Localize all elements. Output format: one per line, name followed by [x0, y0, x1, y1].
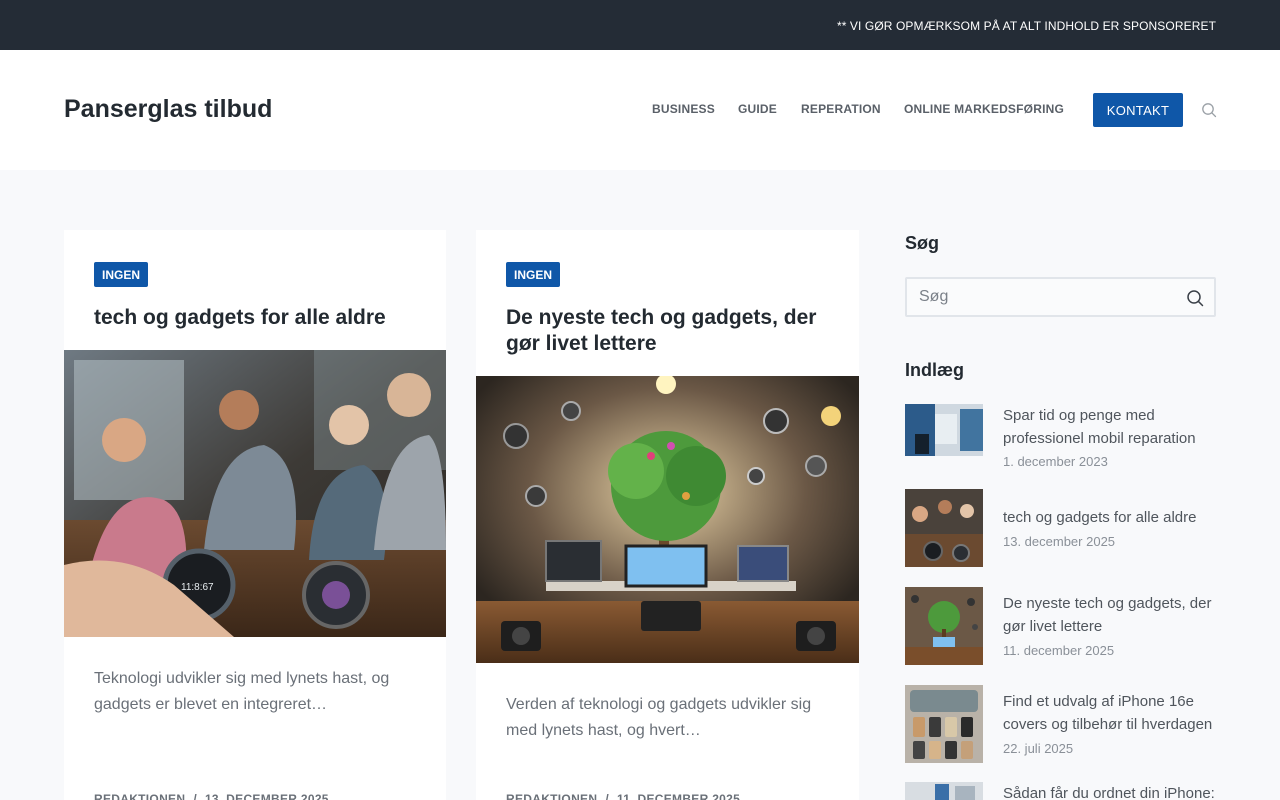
post-title[interactable]: tech og gadgets for alle aldre — [1003, 506, 1218, 529]
post-thumbnail[interactable] — [905, 404, 983, 456]
post-date: 1. december 2023 — [1003, 454, 1108, 469]
top-notice-bar: ** VI GØR OPMÆRKSOM PÅ AT ALT INDHOLD ER… — [0, 0, 1280, 50]
article-card-2: INGEN De nyeste tech og gadgets, der gør… — [476, 230, 859, 800]
nav-item-business[interactable]: BUSINESS — [652, 102, 715, 116]
article-card-1: INGEN tech og gadgets for alle aldre 11:… — [64, 230, 446, 800]
post-thumbnail-illustration — [905, 404, 983, 456]
post-thumbnail[interactable] — [905, 685, 983, 763]
post-title[interactable]: De nyeste tech og gadgets, der gør livet… — [1003, 592, 1218, 638]
post-date: 11. december 2025 — [1003, 643, 1115, 658]
nav-item-online-markedsforing[interactable]: ONLINE MARKEDSFØRING — [904, 102, 1064, 116]
post-thumbnail[interactable] — [905, 782, 983, 800]
contact-button[interactable]: KONTAKT — [1093, 93, 1183, 127]
sidebar-search-input[interactable] — [907, 279, 1167, 315]
sidebar-search-box — [905, 277, 1216, 317]
article-image-illustration — [476, 376, 859, 663]
post-title[interactable]: Sådan får du ordnet din iPhone: — [1003, 782, 1218, 800]
post-date: 13. december 2025 — [1003, 534, 1116, 549]
post-thumbnail[interactable] — [905, 489, 983, 567]
article-excerpt: Verden af teknologi og gadgets udvikler … — [506, 696, 812, 739]
watch-time-text: 11:8:67 — [181, 582, 214, 593]
category-badge[interactable]: INGEN — [94, 262, 149, 287]
post-thumbnail-illustration — [905, 587, 983, 665]
site-header: Panserglas tilbud BUSINESS GUIDE REPERAT… — [0, 50, 1280, 170]
article-author[interactable]: REDAKTIONEN — [506, 792, 597, 800]
site-title-link[interactable]: Panserglas tilbud — [64, 95, 272, 124]
article-title[interactable]: tech og gadgets for alle aldre — [94, 305, 424, 331]
post-title[interactable]: Spar tid og penge med professionel mobil… — [1003, 404, 1218, 450]
article-meta: REDAKTIONEN/13. DECEMBER 2025 — [94, 792, 329, 800]
search-widget-title: Søg — [905, 233, 939, 253]
search-icon[interactable] — [1201, 102, 1217, 118]
article-meta: REDAKTIONEN/11. DECEMBER 2025 — [506, 792, 740, 800]
sponsored-notice: ** VI GØR OPMÆRKSOM PÅ AT ALT INDHOLD ER… — [836, 19, 1216, 33]
nav-item-reperation[interactable]: REPERATION — [801, 102, 881, 116]
posts-widget-title: Indlæg — [905, 360, 964, 380]
article-date: 11. DECEMBER 2025 — [616, 792, 741, 800]
post-thumbnail[interactable] — [905, 587, 983, 665]
post-title[interactable]: Find et udvalg af iPhone 16e covers og t… — [1003, 690, 1218, 736]
article-excerpt: Teknologi udvikler sig med lynets hast, … — [94, 670, 390, 713]
article-image-illustration: 11:8:67 — [64, 350, 446, 637]
article-author[interactable]: REDAKTIONEN — [94, 792, 185, 800]
article-date: 13. DECEMBER 2025 — [204, 792, 329, 800]
post-thumbnail-illustration — [905, 685, 983, 763]
article-title[interactable]: De nyeste tech og gadgets, der gør livet… — [506, 305, 836, 357]
article-image[interactable] — [476, 376, 859, 663]
post-thumbnail-illustration — [905, 782, 983, 800]
category-badge[interactable]: INGEN — [506, 262, 561, 287]
post-thumbnail-illustration — [905, 489, 983, 567]
nav-item-guide[interactable]: GUIDE — [738, 102, 777, 116]
article-image[interactable]: 11:8:67 — [64, 350, 446, 637]
post-date: 22. juli 2025 — [1003, 741, 1074, 756]
search-icon[interactable] — [1186, 289, 1204, 307]
